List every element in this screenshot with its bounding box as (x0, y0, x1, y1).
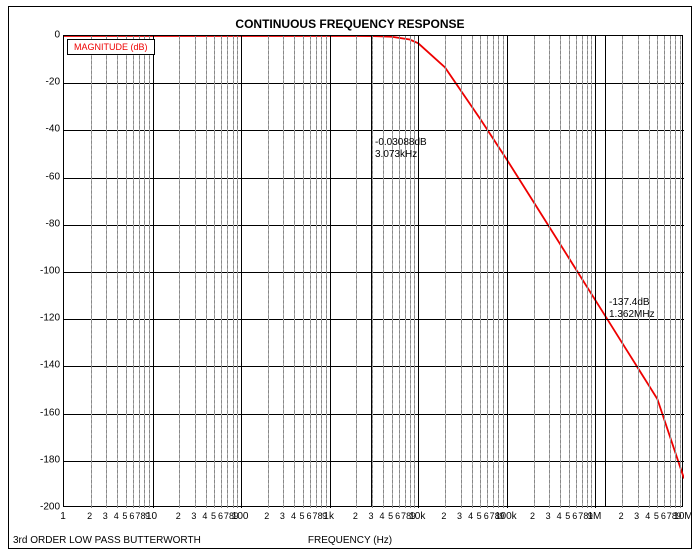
xtick-minor: 4 (291, 511, 296, 521)
legend-magnitude: MAGNITUDE (dB) (67, 39, 155, 55)
xtick-minor: 5 (654, 511, 659, 521)
xtick-minor: 2 (264, 511, 269, 521)
annotation-2: -137.4dB 1.362MHz (609, 297, 655, 321)
xtick-minor: 3 (368, 511, 373, 521)
xtick-minor: 2 (87, 511, 92, 521)
xtick-minor: 6 (307, 511, 312, 521)
xtick-major: 100k (495, 511, 517, 522)
chart-note: 3rd ORDER LOW PASS BUTTERWORTH (13, 535, 201, 546)
ytick: -200 (20, 502, 60, 513)
annotation-2-freq: 1.362MHz (609, 309, 655, 321)
xtick-minor: 5 (300, 511, 305, 521)
marker-line-2 (605, 35, 606, 507)
ytick: -180 (20, 454, 60, 465)
ytick: -140 (20, 360, 60, 371)
xtick-minor: 4 (468, 511, 473, 521)
xtick-minor: 3 (457, 511, 462, 521)
xtick-major: 1M (587, 511, 601, 522)
xtick-minor: 6 (661, 511, 666, 521)
xtick-minor: 5 (211, 511, 216, 521)
xtick-minor: 4 (380, 511, 385, 521)
xtick-minor: 6 (129, 511, 134, 521)
xtick-minor: 5 (565, 511, 570, 521)
xtick-minor: 6 (218, 511, 223, 521)
xtick-minor: 3 (634, 511, 639, 521)
xtick-minor: 5 (122, 511, 127, 521)
ytick: -40 (20, 124, 60, 135)
annotation-1: -0.03088dB 3.073kHz (375, 137, 427, 161)
xtick-major: 10M (673, 511, 692, 522)
xtick-minor: 4 (202, 511, 207, 521)
xtick-minor: 4 (114, 511, 119, 521)
annotation-1-freq: 3.073kHz (375, 149, 427, 161)
xtick-minor: 3 (103, 511, 108, 521)
xtick-major: 10k (409, 511, 425, 522)
xtick-minor: 6 (572, 511, 577, 521)
xtick-minor: 2 (619, 511, 624, 521)
xtick-minor: 4 (645, 511, 650, 521)
xtick-minor: 5 (388, 511, 393, 521)
ytick: -80 (20, 218, 60, 229)
annotation-2-db: -137.4dB (609, 297, 655, 309)
annotation-1-db: -0.03088dB (375, 137, 427, 149)
xtick-minor: 2 (353, 511, 358, 521)
ytick: -100 (20, 266, 60, 277)
xtick-minor: 2 (176, 511, 181, 521)
ytick: -60 (20, 171, 60, 182)
xtick-minor: 6 (484, 511, 489, 521)
ytick: -120 (20, 313, 60, 324)
xtick-major: 1k (323, 511, 334, 522)
plot-area (63, 35, 683, 507)
xtick-minor: 4 (557, 511, 562, 521)
chart-frame: CONTINUOUS FREQUENCY RESPONSE MAGNITUDE … (8, 6, 692, 549)
xtick-minor: 2 (530, 511, 535, 521)
xtick-major: 10 (146, 511, 157, 522)
xtick-minor: 3 (546, 511, 551, 521)
xtick-minor: 3 (280, 511, 285, 521)
ytick: 0 (20, 30, 60, 41)
xtick-major: 1 (60, 511, 66, 522)
ytick: -20 (20, 77, 60, 88)
xtick-major: 100 (232, 511, 249, 522)
ytick: -160 (20, 407, 60, 418)
xtick-minor: 5 (477, 511, 482, 521)
marker-line-1 (371, 35, 372, 507)
chart-title: CONTINUOUS FREQUENCY RESPONSE (9, 17, 691, 31)
xtick-minor: 3 (191, 511, 196, 521)
xtick-minor: 6 (395, 511, 400, 521)
xtick-minor: 2 (441, 511, 446, 521)
